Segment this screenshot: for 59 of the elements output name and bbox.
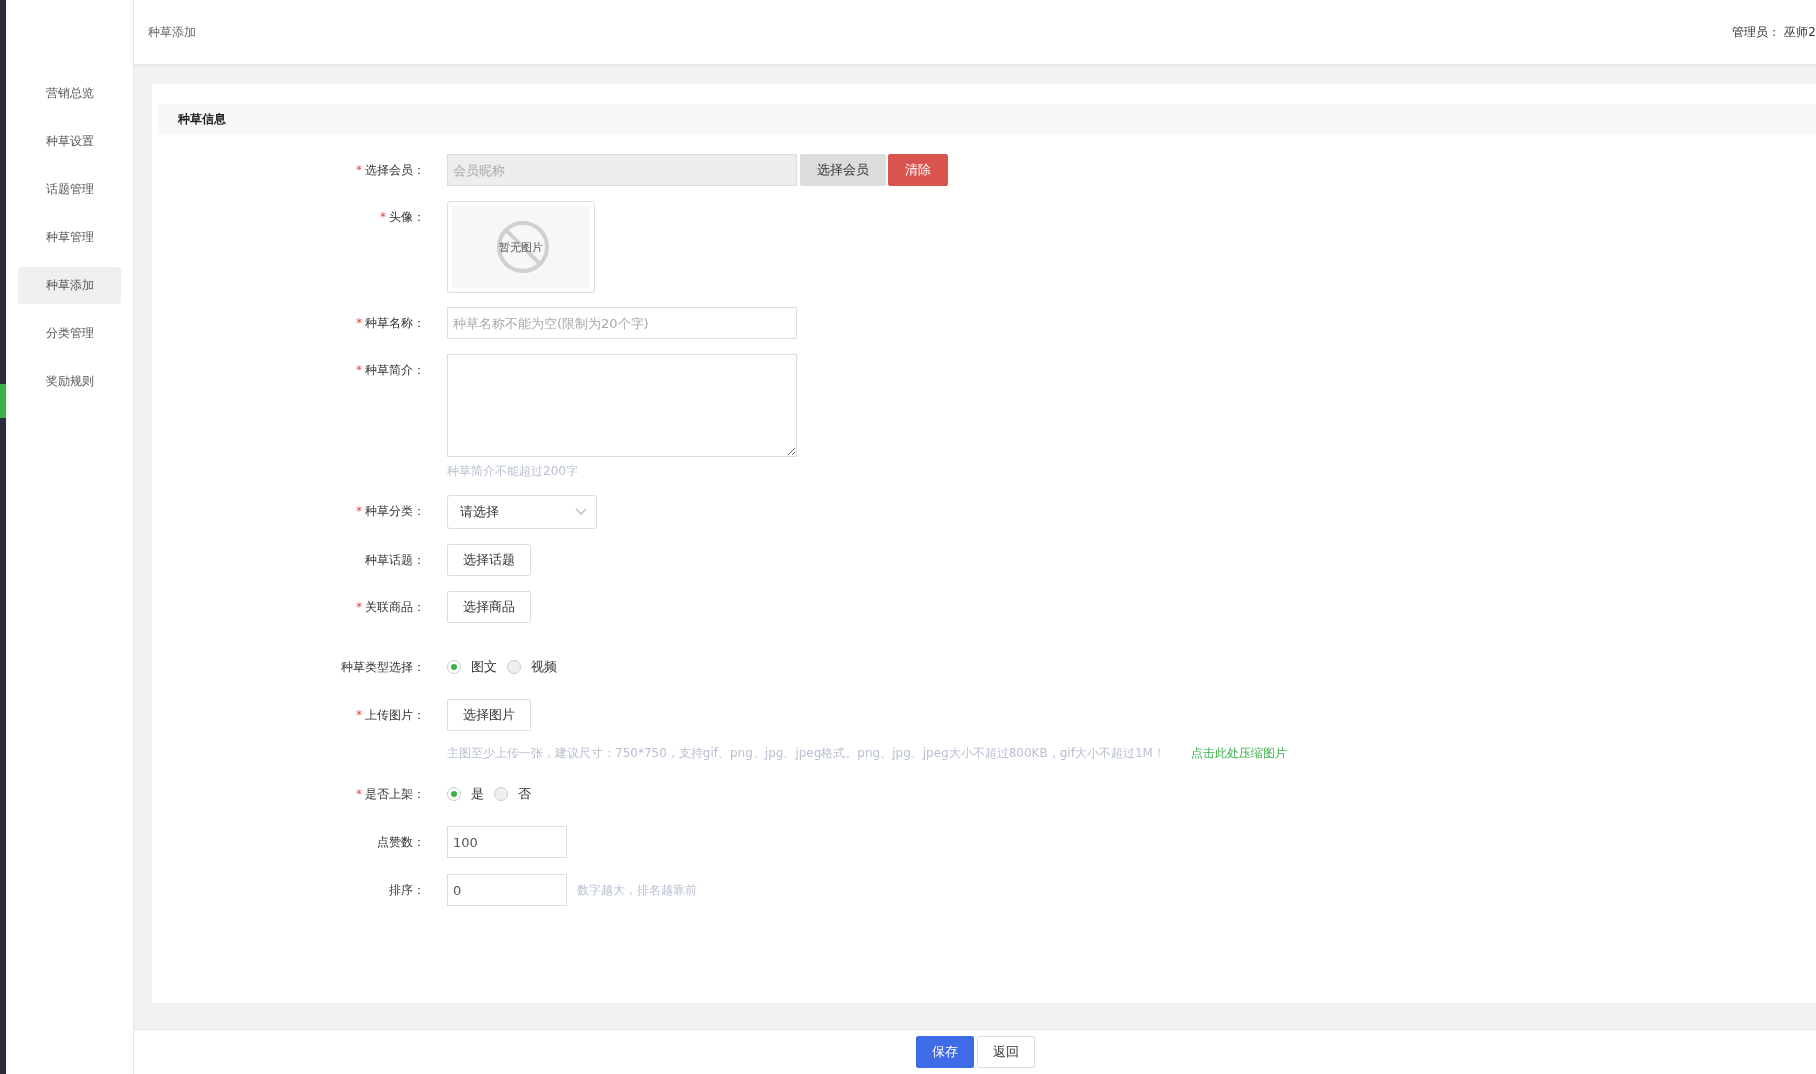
field-label: 排序：	[389, 883, 425, 897]
sidebar-item[interactable]: 营销总览	[18, 75, 121, 112]
radio-label: 是	[471, 785, 484, 803]
field-label: 上传图片：	[365, 708, 425, 722]
field-label: 种草名称：	[365, 316, 425, 330]
field-label: 种草简介：	[365, 363, 425, 377]
sidebar-item[interactable]: 种草管理	[18, 219, 121, 256]
select-member-button[interactable]: 选择会员	[800, 154, 886, 186]
field-label: 是否上架：	[365, 787, 425, 801]
intro-field[interactable]	[447, 354, 797, 457]
number-field[interactable]: 100	[447, 826, 567, 858]
radio-button[interactable]	[447, 660, 461, 674]
member-field[interactable]: 会员昵称	[447, 154, 797, 186]
number-field[interactable]: 0	[447, 874, 567, 906]
radio-label: 否	[518, 785, 531, 803]
hint-text: 种草简介不能超过200字	[447, 463, 579, 480]
field-label: 关联商品：	[365, 600, 425, 614]
hint-text: 数字越大，排名越靠前	[577, 881, 697, 899]
field-label: 种草类型选择：	[341, 660, 425, 674]
sidebar-item[interactable]: 分类管理	[18, 315, 121, 352]
required-mark: *	[356, 316, 362, 330]
sidebar-item[interactable]: 话题管理	[18, 171, 121, 208]
active-marker	[0, 384, 6, 418]
clear-button[interactable]: 清除	[888, 154, 948, 186]
no-image-text: 暂无图片	[499, 239, 543, 255]
required-mark: *	[356, 787, 362, 801]
section-title: 种草信息	[158, 104, 1816, 134]
select-button[interactable]: 选择商品	[447, 591, 531, 623]
admin-name: 巫师2	[1784, 23, 1816, 41]
required-mark: *	[356, 600, 362, 614]
field-label: 种草分类：	[365, 504, 425, 518]
save-button[interactable]: 保存	[915, 1036, 974, 1068]
sidebar-item[interactable]: 种草添加	[18, 267, 121, 304]
required-mark: *	[356, 363, 362, 377]
required-mark: *	[356, 163, 362, 177]
breadcrumb: 种草添加	[148, 23, 197, 41]
admin-label: 管理员：	[1732, 23, 1781, 41]
required-mark: *	[356, 708, 362, 722]
radio-button[interactable]	[447, 787, 461, 801]
required-mark: *	[380, 210, 386, 224]
radio-label: 图文	[471, 658, 497, 676]
field-label: 种草话题：	[365, 553, 425, 567]
radio-label: 视频	[531, 658, 557, 676]
name-field[interactable]: 种草名称不能为空(限制为20个字)	[447, 307, 797, 339]
sidebar-item[interactable]: 奖励规则	[18, 363, 121, 400]
field-label: 选择会员：	[365, 163, 425, 177]
sidebar-item[interactable]: 种草设置	[18, 123, 121, 160]
select-image-button[interactable]: 选择图片	[447, 699, 531, 731]
back-button[interactable]: 返回	[976, 1036, 1035, 1068]
no-image-icon	[496, 220, 550, 274]
category-select[interactable]: 请选择	[447, 495, 597, 529]
radio-button[interactable]	[507, 660, 521, 674]
radio-button[interactable]	[494, 787, 508, 801]
select-button[interactable]: 选择话题	[447, 544, 531, 576]
field-label: 头像：	[389, 210, 425, 224]
field-label: 点赞数：	[377, 835, 425, 849]
caret-icon	[575, 508, 587, 516]
image-upload-box[interactable]: 暂无图片	[447, 201, 595, 293]
required-mark: *	[356, 504, 362, 518]
